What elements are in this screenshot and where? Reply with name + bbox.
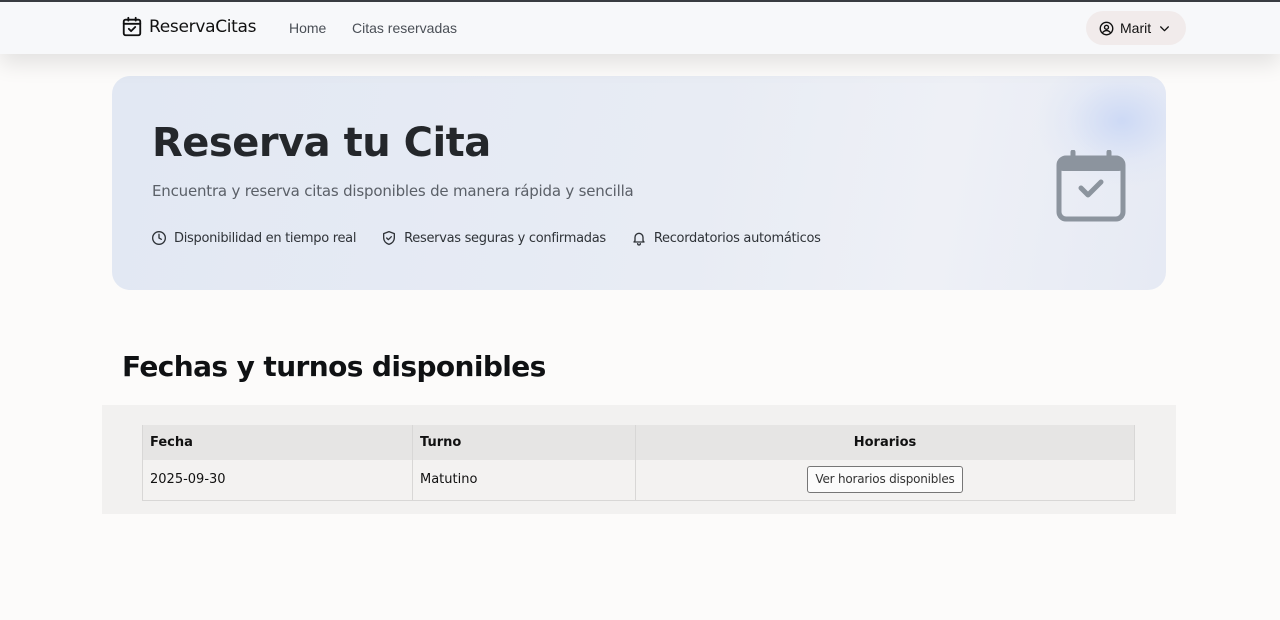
navbar: ReservaCitas Home Citas reservadas Marit: [0, 2, 1280, 54]
hero-features: Disponibilidad en tiempo real Reservas s…: [151, 230, 846, 246]
feature-realtime: Disponibilidad en tiempo real: [151, 230, 356, 246]
nav-link-citas-reservadas[interactable]: Citas reservadas: [352, 20, 457, 36]
chevron-down-icon: [1160, 25, 1170, 31]
cell-horarios: Ver horarios disponibles: [635, 460, 1135, 501]
availability-table: Fecha Turno Horarios 2025-09-30 Matutino…: [142, 425, 1135, 501]
feature-label: Reservas seguras y confirmadas: [404, 230, 606, 246]
nav-link-home[interactable]: Home: [289, 20, 326, 36]
feature-label: Disponibilidad en tiempo real: [174, 230, 357, 246]
column-header-horarios: Horarios: [635, 425, 1135, 460]
brand-name: ReservaCitas: [149, 17, 257, 37]
table-header-row: Fecha Turno Horarios: [142, 425, 1135, 460]
feature-label: Recordatorios automáticos: [653, 230, 821, 246]
user-name: Marit: [1120, 20, 1152, 36]
table-container: Fecha Turno Horarios 2025-09-30 Matutino…: [102, 405, 1176, 514]
cell-fecha: 2025-09-30: [142, 460, 413, 501]
column-header-fecha: Fecha: [142, 425, 413, 460]
calendar-check-icon: [1056, 150, 1126, 222]
section-title: Fechas y turnos disponibles: [122, 350, 546, 383]
user-menu-button[interactable]: Marit: [1086, 11, 1186, 45]
clock-icon: [152, 231, 166, 245]
hero-banner: Reserva tu Cita Encuentra y reserva cita…: [112, 76, 1166, 290]
user-circle-icon: [1099, 21, 1114, 35]
feature-secure: Reservas seguras y confirmadas: [381, 230, 606, 246]
feature-reminders: Recordatorios automáticos: [631, 230, 821, 246]
calendar-check-icon: [122, 16, 142, 37]
hero-title: Reserva tu Cita: [152, 120, 491, 166]
column-header-turno: Turno: [412, 425, 636, 460]
table-row: 2025-09-30 Matutino Ver horarios disponi…: [142, 460, 1135, 501]
cell-turno: Matutino: [412, 460, 636, 501]
hero-subtitle: Encuentra y reserva citas disponibles de…: [152, 182, 634, 200]
ver-horarios-button[interactable]: Ver horarios disponibles: [807, 466, 963, 494]
bell-icon: [633, 232, 645, 246]
shield-check-icon: [383, 231, 396, 245]
brand-logo[interactable]: ReservaCitas: [121, 16, 257, 38]
